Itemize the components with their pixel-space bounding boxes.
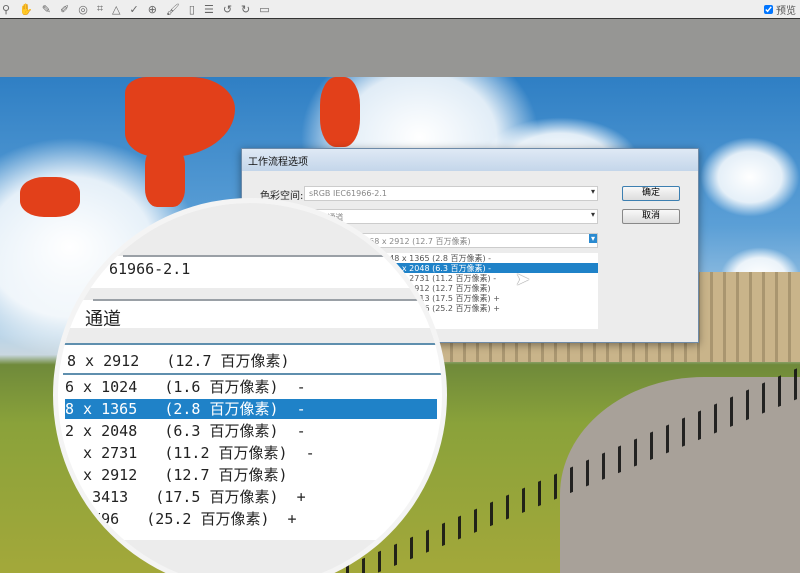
magnified-option[interactable]: 3413 (17.5 百万像素) + xyxy=(65,487,437,507)
list-icon[interactable]: ☰ xyxy=(204,3,214,16)
magnified-option[interactable]: x 2731 (11.2 百万像素) - xyxy=(65,443,437,463)
cancel-button[interactable]: 取消 xyxy=(622,209,680,224)
brush-icon[interactable]: 🖌 xyxy=(166,3,180,16)
magnifier-face: 61966-2.1 通道 8 x 2912 (12.7 百万像素) 6 x 10… xyxy=(58,203,442,573)
magnified-current-size: 8 x 2912 (12.7 百万像素) xyxy=(67,352,290,370)
mouse-cursor-icon: ➤ xyxy=(515,269,531,290)
preview-checkbox[interactable]: 预览 xyxy=(763,2,796,17)
magnified-color-space: 61966-2.1 xyxy=(109,260,191,278)
spot-removal-icon[interactable]: ✓ xyxy=(129,3,138,16)
rotate-left-icon[interactable]: ↺ xyxy=(223,3,232,16)
magnified-option[interactable]: 6 x 1024 (1.6 百万像素) - xyxy=(65,377,437,397)
zoom-icon[interactable]: ⚲ xyxy=(2,3,10,16)
chevron-down-icon: ▾ xyxy=(590,210,595,219)
straighten-icon[interactable]: △ xyxy=(112,3,120,16)
magnified-option[interactable]: 796 (25.2 百万像素) + xyxy=(65,509,437,529)
preview-label: 预览 xyxy=(776,6,796,17)
magnified-option-selected[interactable]: 8 x 1365 (2.8 百万像素) - xyxy=(65,399,437,419)
rotate-right-icon[interactable]: ↻ xyxy=(241,3,250,16)
trash-icon[interactable]: ▭ xyxy=(259,3,269,16)
ok-button[interactable]: 确定 xyxy=(622,186,680,201)
toolbar: ⚲ ✋ ✎ ✐ ◎ ⌗ △ ✓ ⊕ 🖌 ▯ ☰ ↺ ↻ ▭ 预览 xyxy=(0,0,800,19)
red-eye-icon[interactable]: ⊕ xyxy=(148,3,157,16)
color-space-select[interactable]: sRGB IEC61966-2.1 ▾ xyxy=(304,186,598,201)
target-adjust-icon[interactable]: ◎ xyxy=(78,3,88,16)
magnified-option[interactable]: x 2912 (12.7 百万像素) xyxy=(65,465,437,485)
magnified-option[interactable]: 2 x 2048 (6.3 百万像素) - xyxy=(65,421,437,441)
color-sampler-icon[interactable]: ✐ xyxy=(60,3,69,16)
eyedropper-icon[interactable]: ✎ xyxy=(42,3,51,16)
depth-select[interactable]: 8 位/通道▾ xyxy=(304,209,598,224)
canvas-background xyxy=(0,19,800,77)
chevron-down-icon: ▾ xyxy=(588,234,597,243)
hand-icon[interactable]: ✋ xyxy=(19,3,33,16)
dialog-title: 工作流程选项 xyxy=(242,149,698,171)
graduated-filter-icon[interactable]: ▯ xyxy=(189,3,195,16)
crop-icon[interactable]: ⌗ xyxy=(97,2,103,16)
color-space-value: sRGB IEC61966-2.1 xyxy=(309,189,388,198)
chevron-down-icon: ▾ xyxy=(590,187,595,196)
